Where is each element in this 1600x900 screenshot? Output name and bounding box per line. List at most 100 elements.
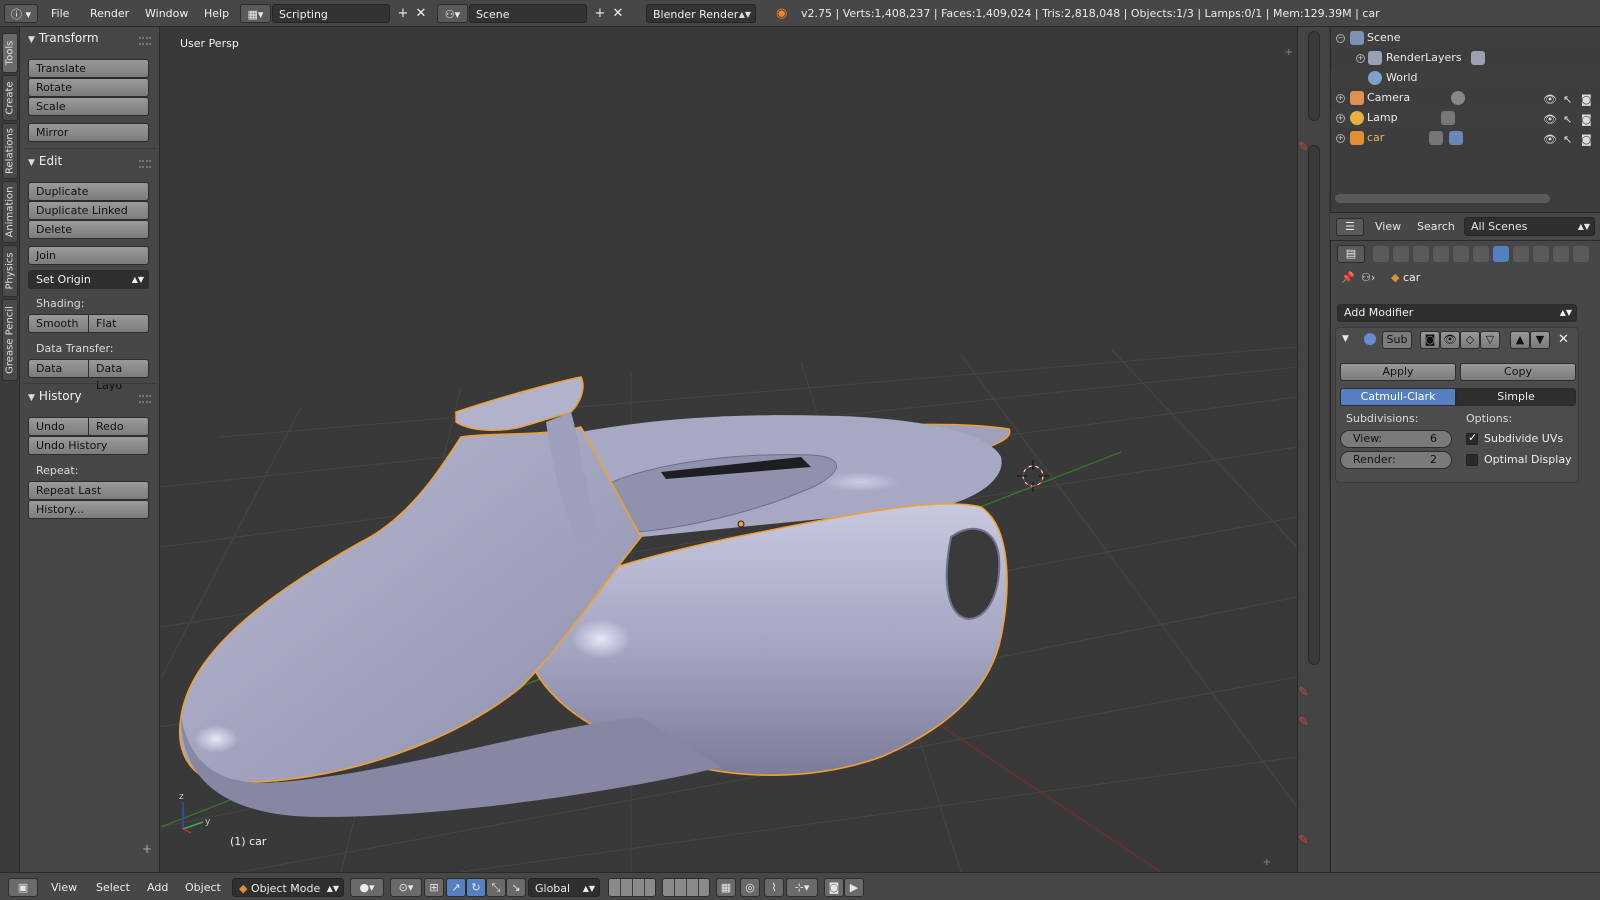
eye-icon[interactable]: 👁 — [1543, 110, 1557, 130]
rotate-button[interactable]: Rotate — [28, 78, 149, 97]
menu-render[interactable]: Render — [90, 4, 129, 23]
render-engine-dropdown[interactable]: Blender Render ▲▼ — [646, 4, 756, 23]
expand-icon[interactable]: + — [1336, 114, 1345, 123]
menu-select[interactable]: Select — [96, 878, 130, 897]
menu-add[interactable]: Add — [147, 878, 168, 897]
screen-layout-icon-button[interactable]: ▦▾ — [240, 4, 271, 23]
translate-manipulator-icon[interactable]: ↗ — [446, 878, 466, 897]
editor-type-properties-icon[interactable]: ▤ — [1337, 245, 1365, 263]
delete-screen-icon[interactable]: ✕ — [412, 4, 430, 23]
menu-search[interactable]: Search — [1417, 220, 1455, 233]
render-toggle-icon[interactable]: ◙ — [1420, 331, 1440, 349]
expand-icon[interactable]: + — [1336, 94, 1345, 103]
data-tab-icon[interactable] — [1513, 246, 1529, 262]
edit-panel-header[interactable]: ▼ Edit — [28, 154, 62, 172]
undo-button[interactable]: Undo — [28, 417, 89, 436]
remove-modifier-close-icon[interactable]: ✕ — [1558, 332, 1569, 347]
render-opengl-icon[interactable]: ◙ — [824, 878, 844, 897]
duplicate-linked-button[interactable]: Duplicate Linked — [28, 201, 149, 220]
render-icon[interactable]: ◙ — [1581, 90, 1592, 110]
manipulator-extra-icon[interactable]: ↘ — [506, 878, 526, 897]
expand-icon[interactable]: + — [1336, 134, 1345, 143]
car-mesh[interactable] — [179, 376, 1011, 817]
3d-viewport[interactable]: z y User Persp (1) car + + — [161, 27, 1297, 872]
view-levels-field[interactable]: View: 6 — [1340, 430, 1452, 448]
object-tab-icon[interactable] — [1453, 246, 1469, 262]
script-editor-icon[interactable]: ✎ — [1298, 833, 1309, 848]
apply-button[interactable]: Apply — [1340, 363, 1456, 381]
translate-button[interactable]: Translate — [28, 59, 149, 78]
repeat-history-button[interactable]: History... — [28, 500, 149, 519]
move-up-icon[interactable]: ▲ — [1510, 331, 1530, 349]
region-expand-icon[interactable]: + — [1263, 857, 1271, 868]
tab-create[interactable]: Create — [2, 75, 18, 121]
menu-view[interactable]: View — [1375, 220, 1401, 233]
outliner-row-car[interactable]: + car 👁 ↖ ◙ — [1331, 128, 1600, 148]
redo-button[interactable]: Redo — [88, 417, 149, 436]
outliner-row-renderlayers[interactable]: + RenderLayers — [1331, 48, 1600, 68]
material-tab-icon[interactable] — [1533, 246, 1549, 262]
cursor-icon[interactable]: ↖ — [1563, 130, 1572, 150]
outliner-row-world[interactable]: World — [1331, 68, 1600, 88]
display-mode-dropdown[interactable]: All Scenes ▲▼ — [1464, 217, 1595, 236]
optimal-display-checkbox[interactable] — [1466, 454, 1478, 466]
menu-object[interactable]: Object — [185, 878, 221, 897]
pin-icon[interactable]: 📌 — [1341, 271, 1355, 284]
render-animation-icon[interactable]: ▶ — [844, 878, 864, 897]
viewport-shading-icon[interactable]: ●▾ — [350, 878, 384, 897]
editmode-toggle-icon[interactable]: ◇ — [1460, 331, 1480, 349]
copy-button[interactable]: Copy — [1460, 363, 1576, 381]
pivot-point-icon[interactable]: ⊙▾ — [390, 878, 422, 897]
manipulator-toggle-icon[interactable]: ⊞ — [424, 878, 444, 897]
eye-icon[interactable]: 👁 — [1543, 90, 1557, 110]
layer-buttons-group-1[interactable] — [608, 878, 656, 897]
shade-smooth-button[interactable]: Smooth — [28, 314, 89, 333]
editor-type-info-button[interactable]: ⓘ ▾ — [4, 4, 38, 23]
add-screen-icon[interactable]: + — [394, 4, 412, 23]
outliner-row-camera[interactable]: + Camera 👁 ↖ ◙ — [1331, 88, 1600, 108]
particles-tab-icon[interactable] — [1573, 246, 1589, 262]
scale-manipulator-icon[interactable]: ⤡ — [486, 878, 506, 897]
data-transfer-button[interactable]: Data — [28, 359, 89, 378]
scale-button[interactable]: Scale — [28, 97, 149, 116]
tab-relations[interactable]: Relations — [2, 123, 18, 179]
horizontal-scrollbar[interactable] — [1335, 194, 1550, 203]
render-icon[interactable]: ◙ — [1581, 130, 1592, 150]
constraints-tab-icon[interactable] — [1473, 246, 1489, 262]
simple-option[interactable]: Simple — [1456, 388, 1576, 406]
join-button[interactable]: Join — [28, 246, 149, 265]
shade-flat-button[interactable]: Flat — [88, 314, 149, 333]
world-tab-icon[interactable] — [1433, 246, 1449, 262]
scene-icon-button[interactable]: ⚇▾ — [437, 4, 468, 23]
modifiers-wrench-icon[interactable] — [1493, 246, 1509, 262]
menu-help[interactable]: Help — [204, 4, 229, 23]
repeat-last-button[interactable]: Repeat Last — [28, 481, 149, 500]
script-editor-icon[interactable]: ✎ — [1298, 685, 1309, 700]
tab-physics[interactable]: Physics — [2, 245, 18, 297]
region-expand-icon[interactable]: + — [1285, 47, 1293, 58]
delete-scene-icon[interactable]: ✕ — [609, 4, 627, 23]
collapse-triangle-icon[interactable]: ▼ — [1342, 334, 1349, 344]
menu-window[interactable]: Window — [145, 4, 188, 23]
expand-icon[interactable]: + — [1356, 54, 1365, 63]
catmull-clark-option[interactable]: Catmull-Clark — [1340, 388, 1456, 406]
rotate-manipulator-icon[interactable]: ↻ — [466, 878, 486, 897]
menu-view[interactable]: View — [51, 878, 77, 897]
outliner-row-scene[interactable]: − Scene — [1331, 28, 1600, 48]
scene-tab-icon[interactable] — [1413, 246, 1429, 262]
cursor-icon[interactable]: ↖ — [1563, 110, 1572, 130]
data-layout-button[interactable]: Data Layo — [88, 359, 149, 392]
delete-button[interactable]: Delete — [28, 220, 149, 239]
history-panel-header[interactable]: ▼ History — [28, 389, 82, 407]
tab-animation[interactable]: Animation — [2, 181, 18, 243]
duplicate-button[interactable]: Duplicate — [28, 182, 149, 201]
editor-type-outliner-icon[interactable]: ☰ — [1336, 218, 1364, 236]
panel-grip-icon[interactable] — [139, 37, 151, 45]
transform-orientation-dropdown[interactable]: Global ▲▼ — [528, 878, 600, 897]
script-editor-icon[interactable]: ✎ — [1298, 140, 1309, 155]
panel-grip-icon[interactable] — [139, 395, 151, 403]
viewport-eye-icon[interactable]: 👁 — [1440, 331, 1460, 349]
script-editor-icon[interactable]: ✎ — [1298, 715, 1309, 730]
scrollbar[interactable] — [1308, 31, 1320, 121]
texture-tab-icon[interactable] — [1553, 246, 1569, 262]
